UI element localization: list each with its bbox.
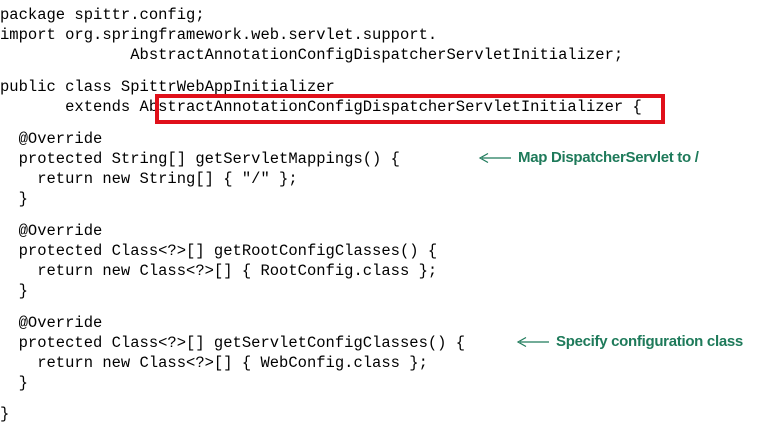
code-line-return: return new String[] { "/" }; [0,170,298,188]
annotation-label: Map DispatcherServlet to / [518,149,699,166]
code-line-class-close: } [0,405,10,423]
annotation-label: Specify configuration class [556,333,743,350]
code-line-close-brace: } [0,282,28,300]
code-line-close-brace: } [0,190,28,208]
code-line-override: @Override [0,222,103,240]
annotation-config-class: Specify configuration class [516,333,743,350]
code-line-package: package spittr.config; [0,6,205,24]
code-line-close-brace: } [0,374,28,392]
left-arrow-icon [478,152,511,163]
left-arrow-icon [516,336,549,347]
code-line-override: @Override [0,314,103,332]
superclass-highlight-box [155,94,665,124]
code-line-return: return new Class<?>[] { WebConfig.class … [0,354,428,372]
code-line-method-servlet-config: protected Class<?>[] getServletConfigCla… [0,334,466,352]
code-line-import: import org.springframework.web.servlet.s… [0,26,438,44]
code-line-method-root-config: protected Class<?>[] getRootConfigClasse… [0,242,438,260]
annotation-servlet-mapping: Map DispatcherServlet to / [478,149,699,166]
code-line-override: @Override [0,130,103,148]
code-line-import-class: AbstractAnnotationConfigDispatcherServle… [0,46,624,64]
code-line-method-servlet-mappings: protected String[] getServletMappings() … [0,150,400,168]
code-line-return: return new Class<?>[] { RootConfig.class… [0,262,438,280]
